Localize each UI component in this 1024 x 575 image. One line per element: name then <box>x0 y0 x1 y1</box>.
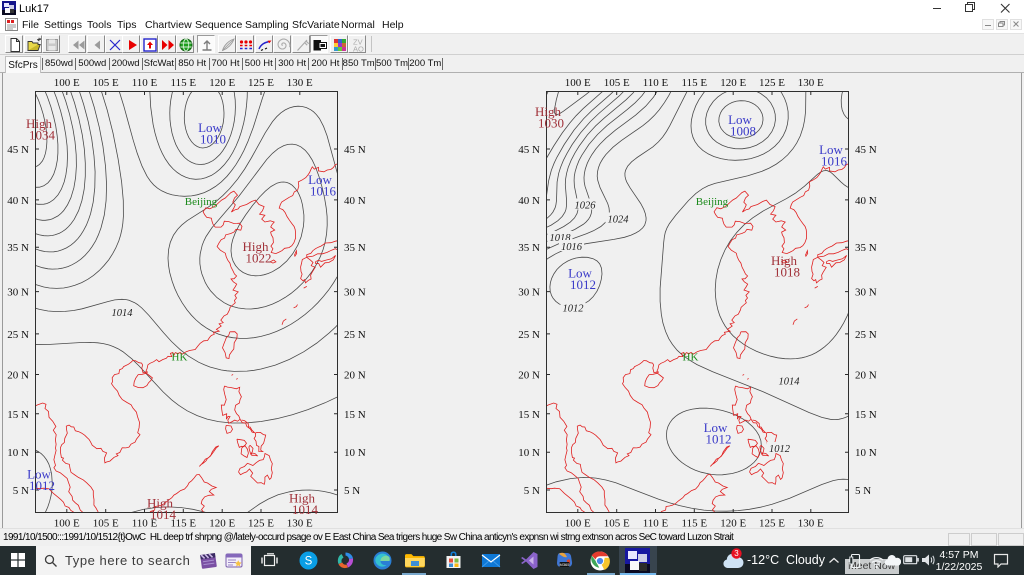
svg-text:25 N: 25 N <box>855 329 877 341</box>
svg-text:HK: HK <box>683 352 699 364</box>
svg-text:130 E: 130 E <box>287 77 313 89</box>
svg-text:1016: 1016 <box>310 184 337 199</box>
svg-text:110 E: 110 E <box>643 77 669 89</box>
svg-text:20 N: 20 N <box>7 370 29 382</box>
svg-text:Beijing: Beijing <box>185 196 218 208</box>
svg-text:30 N: 30 N <box>344 287 366 299</box>
svg-text:1014: 1014 <box>779 377 801 388</box>
svg-text:10 N: 10 N <box>344 447 366 459</box>
svg-text:115 E: 115 E <box>682 77 708 89</box>
svg-text:AO: AO <box>353 45 364 54</box>
svg-text:115 E: 115 E <box>171 77 197 89</box>
svg-text:1008: 1008 <box>730 124 756 139</box>
svg-text:1030: 1030 <box>538 116 564 131</box>
svg-text:125 E: 125 E <box>248 77 274 89</box>
svg-text:35 N: 35 N <box>7 242 29 254</box>
svg-text:100 E: 100 E <box>54 77 80 89</box>
svg-text:15 N: 15 N <box>344 409 366 421</box>
svg-text:1012: 1012 <box>706 432 732 447</box>
svg-text:1012: 1012 <box>570 277 596 292</box>
svg-text:5 N: 5 N <box>855 485 871 497</box>
svg-text:40 N: 40 N <box>855 195 877 207</box>
svg-text:35 N: 35 N <box>518 242 540 254</box>
svg-text:35 N: 35 N <box>344 242 366 254</box>
svg-text:1026: 1026 <box>575 201 597 212</box>
svg-text:1024: 1024 <box>608 215 630 226</box>
svg-text:1018: 1018 <box>774 265 800 280</box>
svg-text:45 N: 45 N <box>7 144 29 156</box>
svg-text:10 N: 10 N <box>518 447 540 459</box>
svg-text:10 N: 10 N <box>855 447 877 459</box>
svg-text:1014: 1014 <box>112 308 134 319</box>
svg-text:1012: 1012 <box>29 478 55 493</box>
svg-text:45 N: 45 N <box>344 144 366 156</box>
svg-text:1010: 1010 <box>200 132 226 147</box>
svg-text:10 N: 10 N <box>7 447 29 459</box>
svg-text:100 E: 100 E <box>565 77 591 89</box>
svg-text:5 N: 5 N <box>344 485 360 497</box>
svg-text:15 N: 15 N <box>518 409 540 421</box>
svg-text:25 N: 25 N <box>344 329 366 341</box>
svg-text:HK: HK <box>172 352 188 364</box>
svg-text:110 E: 110 E <box>132 77 158 89</box>
svg-text:1012: 1012 <box>769 444 791 455</box>
svg-text:20 N: 20 N <box>855 370 877 382</box>
svg-text:105 E: 105 E <box>604 77 630 89</box>
svg-text:1014: 1014 <box>150 507 177 522</box>
svg-text:120 E: 120 E <box>720 77 746 89</box>
svg-text:40 N: 40 N <box>518 195 540 207</box>
svg-text:20 N: 20 N <box>344 370 366 382</box>
svg-text:1016: 1016 <box>561 242 583 253</box>
svg-text:25 N: 25 N <box>7 329 29 341</box>
svg-text:25 N: 25 N <box>518 329 540 341</box>
svg-text:105 E: 105 E <box>93 77 119 89</box>
svg-text:40 N: 40 N <box>7 195 29 207</box>
svg-text:1014: 1014 <box>292 502 319 517</box>
svg-text:1016: 1016 <box>821 154 848 169</box>
svg-text:30 N: 30 N <box>518 287 540 299</box>
svg-text:1022: 1022 <box>246 251 272 266</box>
svg-text:5 N: 5 N <box>524 485 540 497</box>
svg-text:15 N: 15 N <box>855 409 877 421</box>
svg-text:45 N: 45 N <box>855 144 877 156</box>
svg-text:M365: M365 <box>559 562 570 567</box>
svg-text:35 N: 35 N <box>855 242 877 254</box>
svg-text:125 E: 125 E <box>759 77 785 89</box>
svg-text:1034: 1034 <box>29 128 56 143</box>
svg-text:40 N: 40 N <box>344 195 366 207</box>
svg-text:5 N: 5 N <box>13 485 29 497</box>
svg-text:45 N: 45 N <box>518 144 540 156</box>
svg-text:1012: 1012 <box>563 304 585 315</box>
svg-text:30 N: 30 N <box>7 287 29 299</box>
svg-text:120 E: 120 E <box>209 77 235 89</box>
svg-text:130 E: 130 E <box>798 77 824 89</box>
svg-text:3: 3 <box>734 549 739 558</box>
svg-text:30 N: 30 N <box>855 287 877 299</box>
svg-text:20 N: 20 N <box>518 370 540 382</box>
svg-text:Beijing: Beijing <box>696 196 729 208</box>
svg-text:S: S <box>305 556 313 568</box>
svg-text:15 N: 15 N <box>7 409 29 421</box>
